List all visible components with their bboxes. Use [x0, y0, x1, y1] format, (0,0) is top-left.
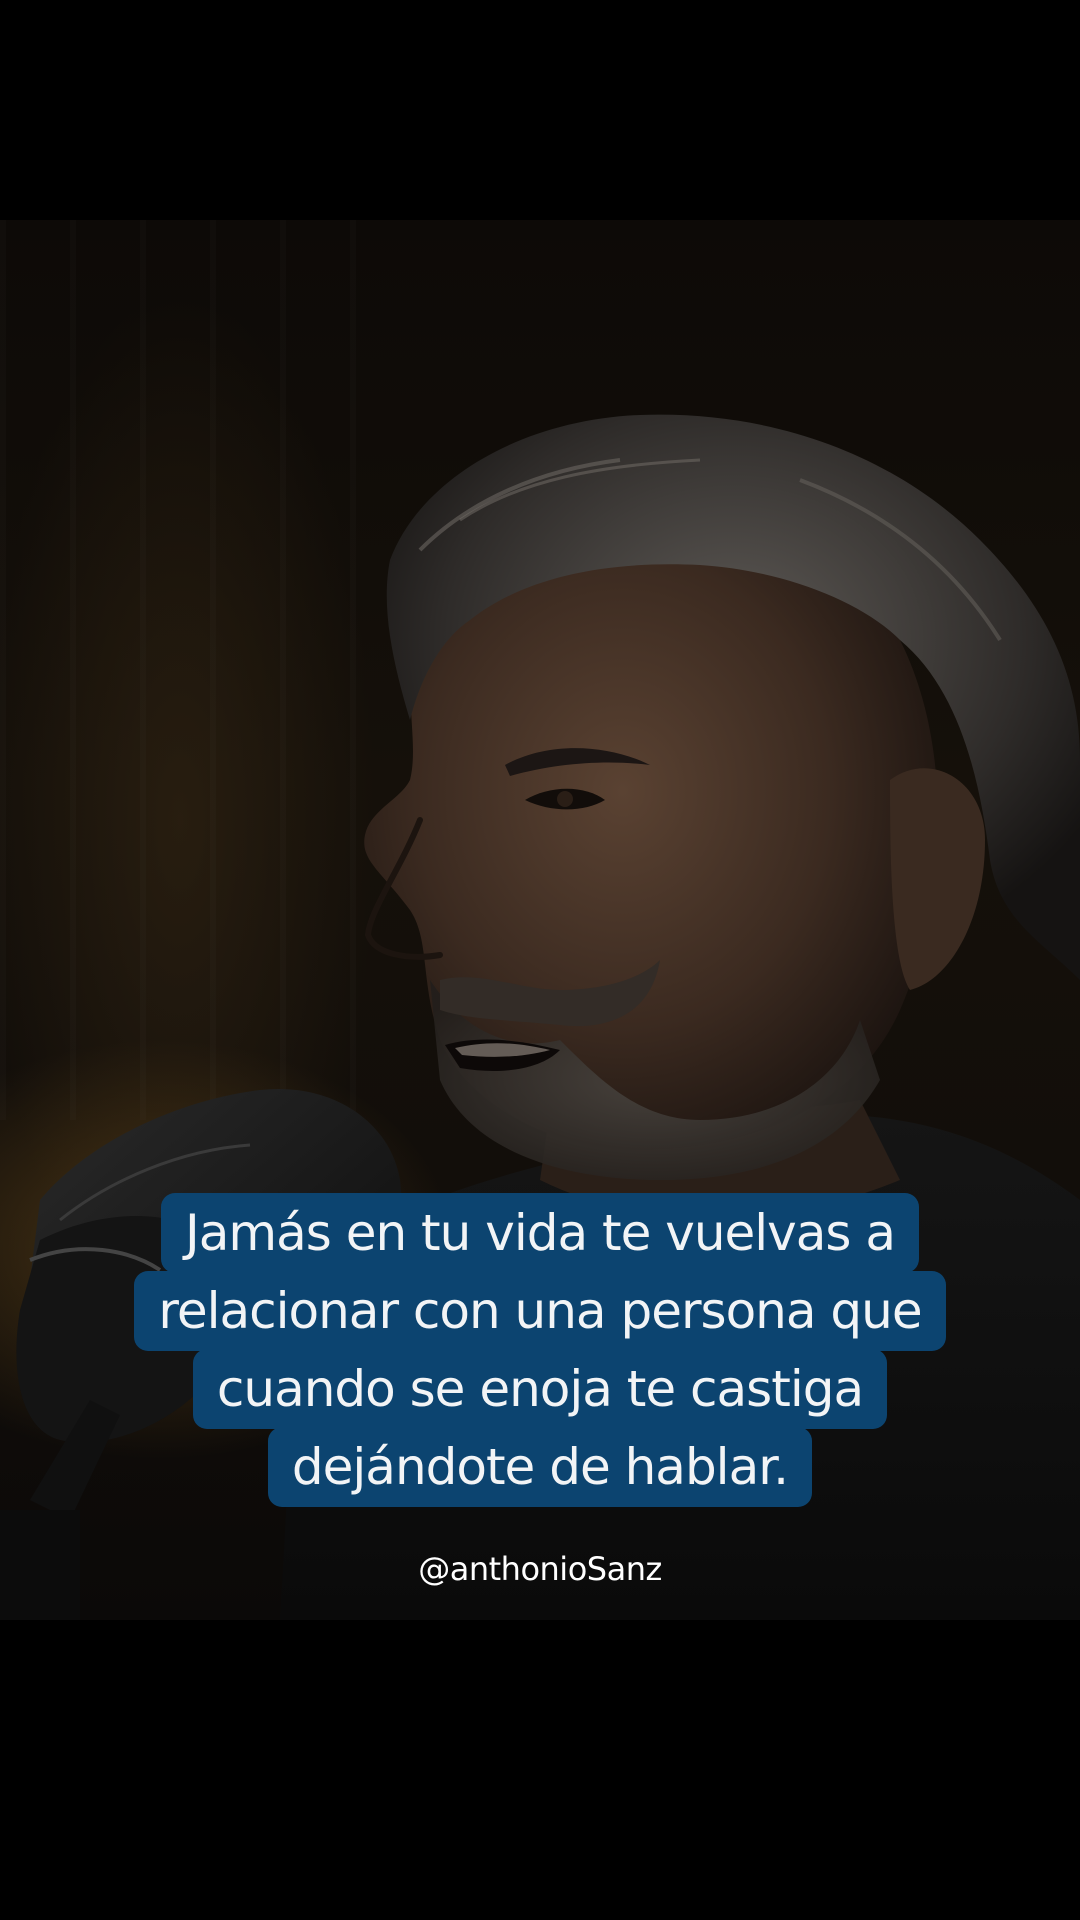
- caption-line: cuando se enoja te castiga: [192, 1349, 888, 1429]
- speaker-ear: [890, 768, 985, 990]
- caption-line: dejándote de hablar.: [267, 1427, 813, 1507]
- reel-page: Jamás en tu vida te vuelvas a relacionar…: [0, 0, 1080, 1920]
- subtitle-caption: Jamás en tu vida te vuelvas a relacionar…: [0, 1193, 1080, 1507]
- creator-handle: @anthonioSanz: [418, 1550, 662, 1588]
- caption-line: Jamás en tu vida te vuelvas a: [161, 1193, 919, 1273]
- caption-line: relacionar con una persona que: [134, 1271, 946, 1351]
